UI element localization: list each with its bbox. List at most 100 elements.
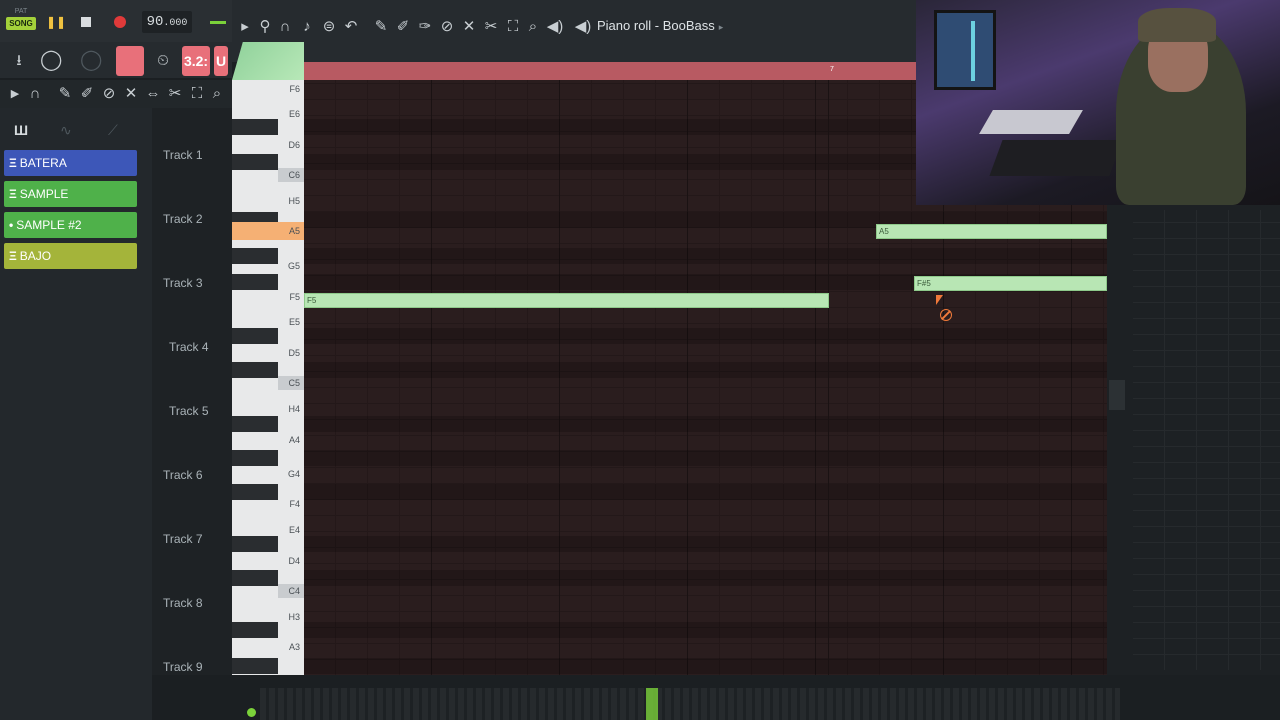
slice-icon[interactable]: ✂ xyxy=(164,83,186,105)
zoom-icon[interactable]: ⌕ xyxy=(522,16,544,38)
transport-bar: PAT SONG ❚❚ 90.000 xyxy=(0,0,232,42)
note-icon[interactable]: ♪ xyxy=(296,16,318,38)
metronome-icon[interactable]: ⏲ xyxy=(152,50,174,72)
track-label[interactable]: Track 7 xyxy=(163,532,203,546)
track-label[interactable]: Track 6 xyxy=(163,468,203,482)
title-arrow-icon[interactable]: ▸ xyxy=(719,22,724,32)
black-key[interactable] xyxy=(232,622,278,638)
pat-song-toggle[interactable]: PAT SONG xyxy=(6,8,36,36)
key-label: F4 xyxy=(289,499,300,509)
black-key[interactable] xyxy=(232,328,278,344)
tempo-display[interactable]: 90.000 xyxy=(142,11,192,33)
download-icon[interactable]: ⭳ xyxy=(8,50,30,72)
note-label: F5 xyxy=(307,296,317,305)
black-key[interactable] xyxy=(232,450,278,466)
black-key[interactable] xyxy=(232,416,278,432)
paint-icon[interactable]: ✐ xyxy=(76,83,98,105)
record-icon[interactable] xyxy=(112,14,128,30)
plugin-tab-icon[interactable]: ⟋ xyxy=(108,122,118,139)
pause-icon[interactable]: ❚❚ xyxy=(46,14,66,30)
note-f5[interactable]: F5 xyxy=(304,293,829,308)
black-key[interactable] xyxy=(232,536,278,552)
black-key[interactable] xyxy=(232,154,278,170)
brush-icon[interactable]: ✑ xyxy=(414,16,436,38)
channel-sample-2[interactable]: • SAMPLE #2 xyxy=(4,212,137,238)
channel-batera[interactable]: Ξ BATERA xyxy=(4,150,137,176)
track-label[interactable]: Track 1 xyxy=(163,148,203,162)
magnet-icon[interactable]: ∩ xyxy=(24,83,46,105)
slice-icon[interactable]: ✂ xyxy=(480,16,502,38)
zoom-icon[interactable]: ⌕ xyxy=(206,83,228,105)
mute-icon[interactable]: ✕ xyxy=(458,16,480,38)
black-key[interactable] xyxy=(232,484,278,500)
pink-button-1[interactable] xyxy=(116,46,144,76)
arrow-right-icon[interactable]: ▶ xyxy=(4,83,26,105)
black-key[interactable] xyxy=(232,570,278,586)
track-label[interactable]: Track 4 xyxy=(169,340,209,354)
delete-icon[interactable]: ⊘ xyxy=(98,83,120,105)
channel-label: BAJO xyxy=(19,249,52,263)
vertical-scrollbar[interactable] xyxy=(1109,380,1125,410)
tempo-fraction: .000 xyxy=(163,18,188,29)
piano-keyboard[interactable]: F6 E6 D6 C6 H5 A5 G5 F5 E5 D5 C5 H4 A4 G… xyxy=(232,80,304,675)
stamp-icon[interactable]: ⚲ xyxy=(254,16,276,38)
scale-icon[interactable]: ⊜ xyxy=(318,16,340,38)
channel-bajo[interactable]: Ξ BAJO xyxy=(4,243,137,269)
piano-roll-title-text: Piano roll - BooBass xyxy=(597,18,715,33)
bar-line xyxy=(828,80,829,675)
menu-arrow-icon[interactable]: ▸ xyxy=(234,16,256,38)
key-label: C6 xyxy=(288,170,300,180)
magnet-icon[interactable]: ∩ xyxy=(274,16,296,38)
key-label: H5 xyxy=(288,196,300,206)
black-key[interactable] xyxy=(232,658,278,674)
tempo-main: 90 xyxy=(146,14,164,30)
note-label: A5 xyxy=(879,227,889,236)
stop-icon[interactable] xyxy=(78,14,94,30)
webcam-overlay xyxy=(916,0,1280,205)
note-preview-panel[interactable] xyxy=(232,42,304,80)
fl-studio-window: PAT SONG ❚❚ 90.000 ⭳ ◯ ◯ ⏲ 3.2: U ▶ ∩ ✎ … xyxy=(0,0,1280,720)
pencil-icon[interactable]: ✎ xyxy=(54,83,76,105)
undo-icon[interactable]: ↶ xyxy=(340,16,362,38)
note-f-sharp-5[interactable]: F#5 xyxy=(914,276,1107,291)
speaker-icon[interactable]: ◀) xyxy=(572,16,594,38)
slip-icon[interactable]: ⇔ xyxy=(142,83,164,105)
black-key[interactable] xyxy=(232,362,278,378)
track-label[interactable]: Track 2 xyxy=(163,212,203,226)
paint-icon[interactable]: ✐ xyxy=(392,16,414,38)
select-icon[interactable]: ⛶ xyxy=(186,83,208,105)
webcam-midi-keyboard xyxy=(979,110,1083,134)
key-label: C4 xyxy=(288,586,300,596)
black-key[interactable] xyxy=(232,119,278,135)
grid-black-row xyxy=(304,450,1107,466)
key-label: H4 xyxy=(288,404,300,414)
pencil-icon[interactable]: ✎ xyxy=(370,16,392,38)
track-label[interactable]: Track 8 xyxy=(163,596,203,610)
timeline-ruler[interactable]: 7 xyxy=(304,62,916,80)
piano-tab-icon[interactable]: Ш xyxy=(14,122,28,138)
note-a5[interactable]: A5 xyxy=(876,224,1107,239)
track-label[interactable]: Track 5 xyxy=(169,404,209,418)
channel-sample[interactable]: Ξ SAMPLE xyxy=(4,181,137,207)
speaker-icon[interactable]: ◀) xyxy=(544,16,566,38)
track-label[interactable]: Track 9 xyxy=(163,660,203,674)
black-key[interactable] xyxy=(232,274,278,290)
track-label[interactable]: Track 3 xyxy=(163,276,203,290)
mute-icon[interactable]: ✕ xyxy=(120,83,142,105)
delete-icon[interactable]: ⊘ xyxy=(436,16,458,38)
pitch-knob-icon[interactable]: ◯ xyxy=(80,49,102,71)
grid-black-row xyxy=(304,416,1107,432)
black-key[interactable] xyxy=(232,248,278,264)
webcam-computer-keyboard xyxy=(989,140,1123,176)
waveform-tab-icon[interactable]: ∿ xyxy=(60,122,72,139)
key-label: A5 xyxy=(288,226,300,236)
master-knob-icon[interactable]: ◯ xyxy=(40,49,62,71)
select-icon[interactable]: ⛶ xyxy=(502,16,524,38)
key-label: E6 xyxy=(288,109,300,119)
grid-black-row xyxy=(304,622,1107,638)
pink-button-3[interactable]: U xyxy=(214,46,228,76)
key-label: D6 xyxy=(288,140,300,150)
pink-button-2[interactable]: 3.2: xyxy=(182,46,210,76)
grid-black-row xyxy=(304,328,1107,344)
key-label: F6 xyxy=(289,84,300,94)
